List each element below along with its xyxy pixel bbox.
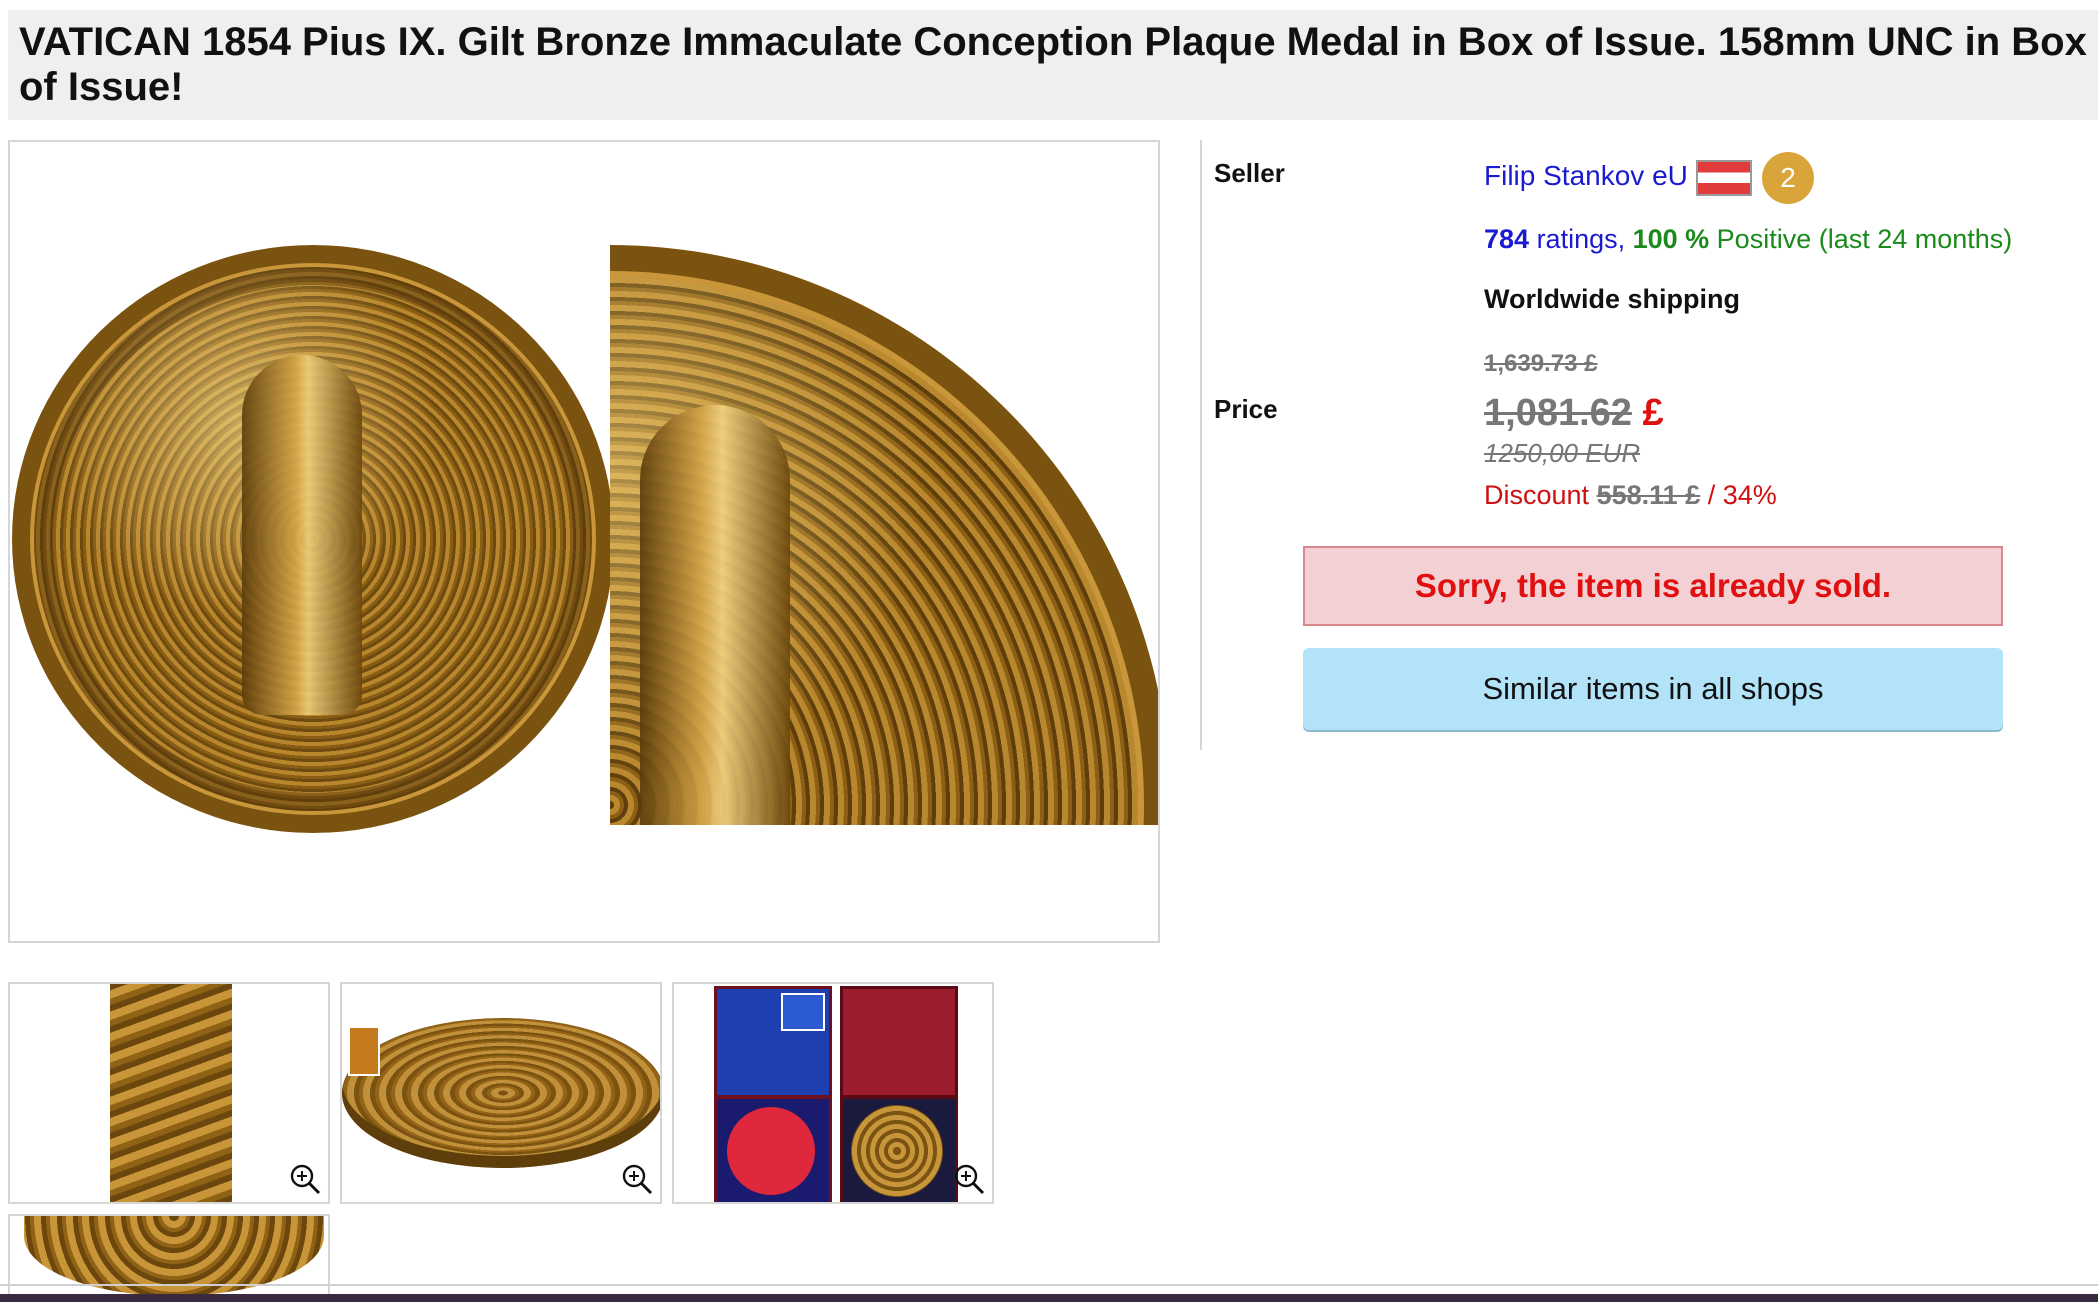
thumbnail-box-base-empty (714, 1096, 832, 1202)
magnifier-zoom-icon (954, 1164, 985, 1195)
title-bar: VATICAN 1854 Pius IX. Gilt Bronze Immacu… (8, 10, 2098, 120)
discount-percent: / 34% (1700, 480, 1777, 510)
footer-divider (0, 1284, 2098, 1286)
price-label: Price (1214, 394, 1278, 424)
magnifier-zoom-icon (290, 1164, 321, 1195)
current-price: 1,081.62 £ (1484, 392, 1664, 435)
thumbnail-mini-badge (348, 1026, 380, 1076)
footer-bar (0, 1294, 2098, 1302)
seller-label: Seller (1214, 158, 1285, 188)
similar-items-button[interactable]: Similar items in all shops (1303, 648, 2003, 730)
thumbnail-4[interactable] (8, 1214, 330, 1294)
madonna-figure (242, 355, 362, 715)
ratings-count: 784 (1484, 224, 1530, 254)
discount-label: Discount (1484, 480, 1590, 510)
thumbnail-medal-top (24, 1216, 324, 1294)
page-title: VATICAN 1854 Pius IX. Gilt Bronze Immacu… (19, 20, 2087, 109)
shipping-info: Worldwide shipping (1484, 284, 1740, 314)
thumbnail-medal-edge (342, 1018, 660, 1168)
thumbnail-2[interactable] (340, 982, 662, 1204)
austria-flag-icon (1696, 160, 1752, 196)
medal-obverse-image (12, 245, 614, 833)
positive-text: Positive (last 24 months) (1709, 224, 2013, 254)
thumbnail-box-lid-red (840, 986, 958, 1098)
positive-percent: 100 % (1632, 224, 1710, 254)
thumbnail-1[interactable] (8, 982, 330, 1204)
seller-name-link[interactable]: Filip Stankov eU (1484, 160, 1688, 192)
main-product-image[interactable] (8, 140, 1160, 943)
madonna-detail-figure (640, 405, 790, 825)
ratings-word: ratings, (1529, 224, 1633, 254)
medal-detail-image (610, 245, 1158, 825)
currency-symbol: £ (1642, 392, 1664, 434)
seller-ratings[interactable]: 784 ratings, 100 % Positive (last 24 mon… (1484, 224, 2012, 255)
current-price-amount: 1,081.62 (1484, 392, 1632, 434)
price-eur: 1250,00 EUR (1484, 438, 1641, 468)
thumbnail-medal-closeup (110, 984, 232, 1202)
thumbnail-3[interactable] (672, 982, 994, 1204)
old-price: 1,639.73 £ (1484, 350, 1598, 377)
magnifier-zoom-icon (622, 1164, 653, 1195)
sold-notice: Sorry, the item is already sold. (1303, 546, 2003, 626)
thumbnail-box-lid-blue (714, 986, 832, 1098)
thumbnail-box-base-medal (840, 1096, 958, 1202)
discount-amount: 558.11 £ (1596, 480, 1701, 510)
seller-level-badge: 2 (1762, 152, 1814, 204)
panel-divider (1200, 140, 1202, 750)
discount-info: Discount 558.11 £ / 34% (1484, 480, 1777, 511)
